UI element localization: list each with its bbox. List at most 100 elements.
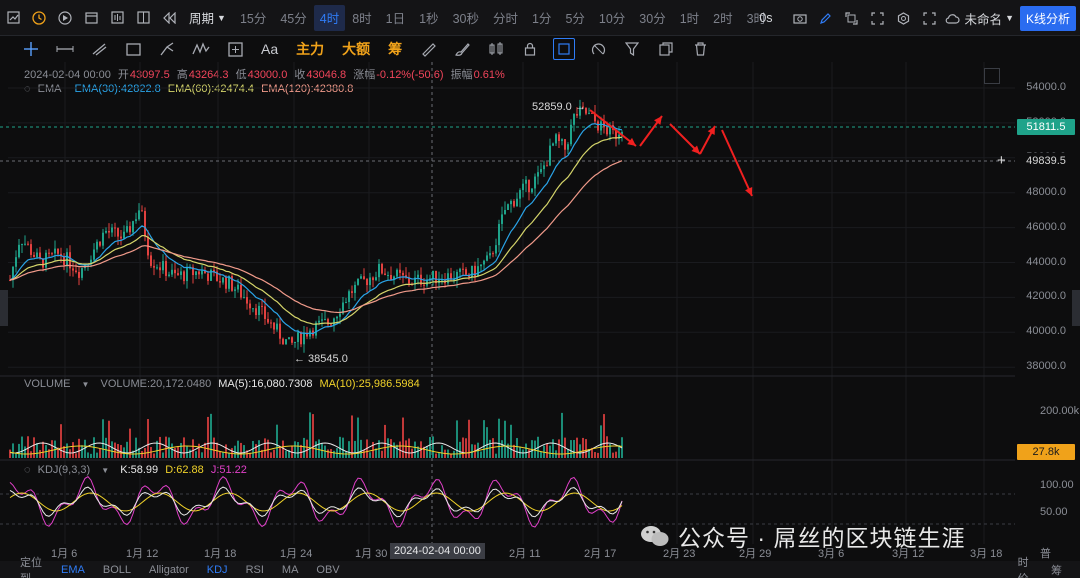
bottom-item-7[interactable]: OBV [316, 564, 339, 576]
volume-label[interactable]: VOLUME [24, 378, 70, 390]
bottom-item-0[interactable]: 定位到 [20, 554, 43, 578]
bottom-indicator-bar: 定位到 EMA BOLL Alligator KDJ RSI MA OBV 时价 筹 [0, 557, 1080, 578]
price-tick-3: 48000.0 [1026, 185, 1066, 198]
period-dropdown[interactable]: 周期 ▼ [182, 0, 233, 36]
candle-body [183, 271, 185, 282]
kline-analysis-button[interactable]: K线分析 [1019, 5, 1076, 31]
volume-info: VOLUME ▼ VOLUME:20,172.0480 MA(5):16,080… [24, 378, 424, 390]
rectangle-icon[interactable] [116, 36, 150, 62]
layout-icon[interactable] [130, 0, 156, 36]
bottom-item-5[interactable]: RSI [246, 564, 264, 576]
candle-body [81, 268, 83, 278]
interval-12[interactable]: 1时 [673, 0, 706, 36]
fullscreen-icon[interactable] [865, 0, 891, 36]
candle-body [447, 273, 449, 284]
interval-6[interactable]: 30秒 [446, 0, 486, 36]
interval-3[interactable]: 8时 [345, 0, 378, 36]
measure-icon[interactable] [218, 36, 252, 62]
price-tick-4: 46000.0 [1026, 220, 1066, 233]
interval-8[interactable]: 1分 [525, 0, 558, 36]
interval-11[interactable]: 30分 [632, 0, 672, 36]
time-tick-0: 1月 6 [51, 548, 78, 560]
candle-body [267, 318, 269, 323]
interval-5[interactable]: 1秒 [412, 0, 445, 36]
bottom-item-9[interactable]: 筹 [1051, 562, 1062, 578]
volume-bar [492, 438, 494, 458]
brush-icon[interactable] [445, 36, 479, 62]
candle-body [258, 305, 260, 316]
candle-body [351, 291, 353, 293]
interval-9[interactable]: 5分 [558, 0, 591, 36]
volume-bar [351, 415, 353, 458]
candle-body [261, 305, 263, 307]
crosshair-icon[interactable] [14, 36, 48, 62]
interval-2[interactable]: 4时 [313, 4, 346, 31]
large-order-button[interactable]: 大额 [333, 36, 379, 62]
right-panel-handle[interactable] [1072, 290, 1080, 326]
volume-bar [180, 443, 182, 458]
interval-0[interactable]: 15分 [233, 0, 273, 36]
fork-icon[interactable] [150, 36, 184, 62]
filter-icon[interactable] [615, 36, 649, 62]
candle-body [549, 145, 551, 166]
pencil-icon[interactable] [813, 0, 839, 36]
cloud-icon[interactable] [943, 0, 963, 36]
calendar-icon[interactable] [78, 0, 104, 36]
candle-group-icon[interactable] [479, 36, 513, 62]
candle-body [378, 263, 380, 278]
candle-body [348, 291, 350, 303]
top-toolbar: 周期 ▼ 15分 45分 4时 8时 1日 1秒 30秒 分时 1分 5分 10分 30分 1时 2时 3时 … [0, 0, 1080, 36]
bottom-item-3[interactable]: Alligator [149, 564, 189, 576]
plus-icon[interactable]: + [997, 153, 1006, 168]
bottom-item-6[interactable]: MA [282, 564, 299, 576]
bottom-item-8[interactable]: 时价 [1018, 554, 1033, 578]
window-icon[interactable] [839, 0, 865, 36]
bottom-item-2[interactable]: BOLL [103, 564, 131, 576]
chevron-down-icon[interactable]: ▼ [82, 380, 90, 389]
wave-icon[interactable] [184, 36, 218, 62]
layout-name[interactable]: 未命名 ▼ [963, 0, 1016, 36]
interval-13[interactable]: 2时 [706, 0, 739, 36]
indicator-icon[interactable] [104, 0, 130, 36]
volume-bar [600, 425, 602, 458]
candle-body [495, 245, 497, 254]
left-panel-handle[interactable] [0, 290, 8, 326]
time-tick-2: 1月 18 [204, 548, 237, 560]
countdown-text: 0s [759, 11, 773, 25]
bottom-item-4[interactable]: KDJ [207, 564, 228, 576]
interval-4[interactable]: 1日 [379, 0, 412, 36]
ruler-icon[interactable] [411, 36, 445, 62]
camera-icon[interactable] [787, 0, 813, 36]
delete-icon[interactable] [683, 36, 717, 62]
bell-icon[interactable]: ◌ [24, 464, 31, 476]
text-tool-button[interactable]: Aa [252, 36, 287, 62]
volume-bar [105, 437, 107, 458]
bottom-item-1[interactable]: EMA [61, 564, 85, 576]
chevron-down-icon[interactable]: ▼ [101, 466, 109, 475]
lock-icon[interactable] [513, 36, 547, 62]
clock-icon[interactable] [26, 0, 52, 36]
chart-expand-icon[interactable] [984, 68, 1000, 84]
rewind-icon[interactable] [156, 0, 182, 36]
kdj-label[interactable]: KDJ(9,3,3) [38, 464, 91, 476]
interval-7[interactable]: 分时 [486, 0, 525, 36]
copy-icon[interactable] [649, 36, 683, 62]
main-force-button[interactable]: 主力 [287, 36, 333, 62]
trend-line-icon[interactable] [82, 36, 116, 62]
candle-body [360, 276, 362, 279]
hide-drawings-icon[interactable] [581, 36, 615, 62]
volume-bar [258, 440, 260, 458]
replay-icon[interactable] [52, 0, 78, 36]
chip-button[interactable]: 筹 [379, 36, 411, 62]
volume-bar [273, 449, 275, 458]
candle-body [567, 144, 569, 150]
chart-type-icon[interactable] [0, 0, 26, 36]
candle-body [471, 265, 473, 278]
candle-body [525, 179, 527, 184]
horizontal-line-icon[interactable] [48, 36, 82, 62]
magnet-icon[interactable] [553, 38, 576, 60]
interval-1[interactable]: 45分 [273, 0, 313, 36]
expand-icon[interactable] [917, 0, 943, 36]
interval-10[interactable]: 10分 [592, 0, 632, 36]
settings-icon[interactable] [891, 0, 917, 36]
